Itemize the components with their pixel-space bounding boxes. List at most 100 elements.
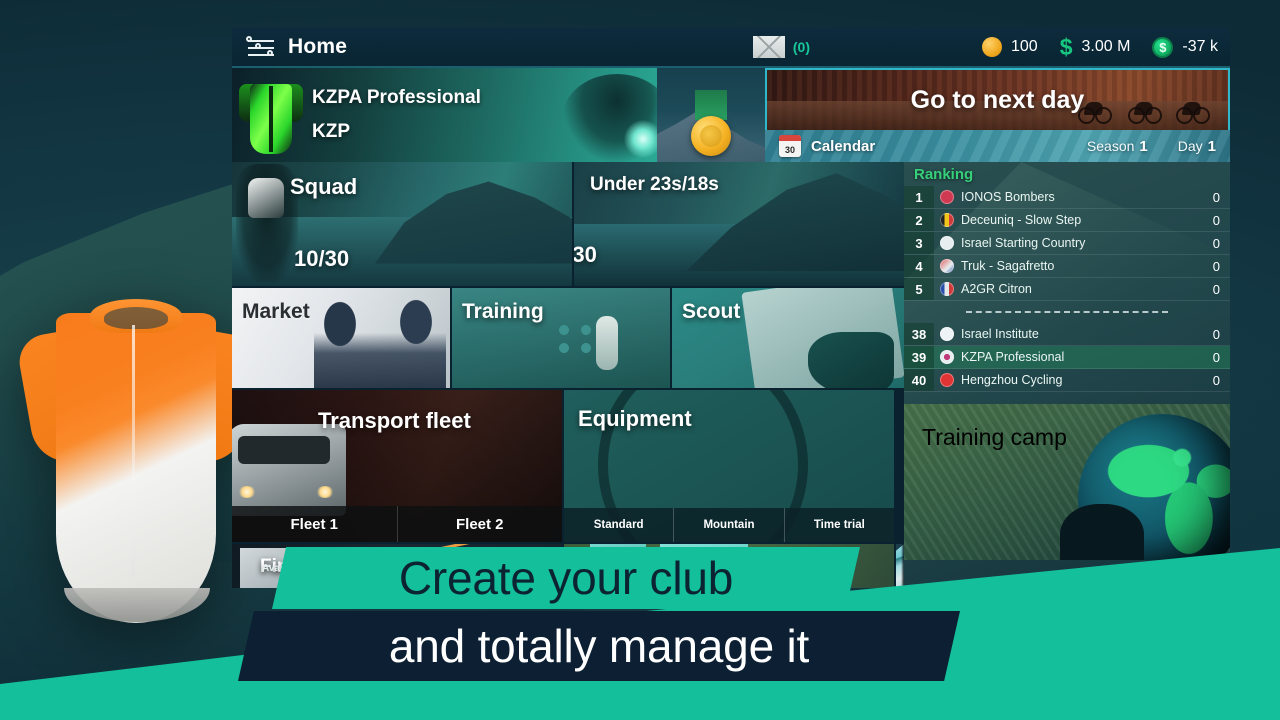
squad-card[interactable]: Squad 10/30 Cyclists 5/30 Cyclists [232,162,572,286]
table-row[interactable]: 5 A2GR Citron 0 [904,278,1230,301]
calendar-bar[interactable]: 30 Calendar Season 1 Day 1 [765,130,1230,162]
flag-icon [940,213,954,227]
market-title: Market [242,300,310,323]
training-card[interactable]: Training [452,288,670,388]
team-card[interactable]: KZPA Professional KZP [232,68,657,162]
rank-team-name: Hengzhou Cycling [961,373,1063,387]
go-to-next-day-button[interactable]: Go to next day [765,68,1230,130]
next-day-column: Go to next day 30 Calendar Season 1 Day 1 [765,68,1230,162]
table-row[interactable]: 1 IONOS Bombers 0 [904,186,1230,209]
medal-icon [689,90,733,156]
currency-gold[interactable]: 100 [982,37,1038,57]
flag-icon [940,259,954,273]
promo-jersey-artwork [15,285,260,630]
flag-icon [940,282,954,296]
mail-count: (0) [792,39,810,55]
squad-row: Squad 10/30 Cyclists 5/30 Cyclists Under… [232,162,904,286]
rank-points: 0 [1212,212,1220,228]
rank-points: 0 [1212,326,1220,342]
scout-title: Scout [682,300,741,323]
training-camp-silhouette [1060,504,1144,560]
team-banner-row: KZPA Professional KZP Go to next day 30 … [232,68,1230,162]
market-card[interactable]: Market [232,288,450,388]
rank-team-name: Truk - Sagafretto [961,259,1055,273]
squad-count-primary: 10/30 [294,246,350,271]
dollar-icon: $ [1059,33,1073,60]
rank-team-name: Israel Institute [961,327,1039,341]
training-title: Training [462,300,544,323]
currency-money[interactable]: $ 3.00 M [1059,33,1131,60]
rank-team-name: Deceuniq - Slow Step [961,213,1082,227]
scout-hand [808,332,894,388]
next-day-label: Go to next day [910,85,1085,114]
mail-icon[interactable] [752,36,785,58]
rank-position: 3 [904,232,934,254]
flag-icon [940,190,954,204]
table-row[interactable]: 4 Truk - Sagafretto 0 [904,255,1230,278]
money-value: 3.00 M [1081,38,1131,55]
day-label: Day [1177,137,1203,154]
squad-title: Squad [290,174,358,199]
table-row[interactable]: 38 Israel Institute 0 [904,323,1230,346]
under23-title: Under 23s/18s [590,174,719,195]
calendar-icon-day: 30 [784,145,795,155]
rank-position: 38 [904,323,934,345]
punching-bag [596,316,618,370]
table-row[interactable]: 2 Deceuniq - Slow Step 0 [904,209,1230,232]
equipment-card[interactable]: Equipment Standard Mountain Time trial [564,390,894,542]
flag-icon [940,373,954,387]
rank-points: 0 [1212,349,1220,365]
page-title: Home [288,35,348,58]
rank-position: 5 [904,278,934,300]
equipment-tab-mountain[interactable]: Mountain [674,508,785,542]
jersey-body [56,313,216,623]
promo-headline-1-text: Create your club [398,552,734,604]
rank-team-name: KZPA Professional [961,350,1065,364]
table-row[interactable]: 3 Israel Starting Country 0 [904,232,1230,255]
top-bar: Home (0) 100 $ 3.00 M $ -37 k [232,28,1230,68]
main-content: Squad 10/30 Cyclists 5/30 Cyclists Under… [232,162,1230,588]
rank-points: 0 [1212,281,1220,297]
under23-card[interactable]: Under 23s/18s 0/30 Cyclists [574,162,904,286]
transport-fleet-title: Transport fleet [318,408,471,433]
fleet-tab-1[interactable]: Fleet 1 [232,506,398,542]
season-label: Season [1086,137,1135,154]
ranking-title: Ranking [914,166,974,183]
scout-card[interactable]: Scout [672,288,904,388]
van-headlight-left [238,486,256,498]
training-camp-card[interactable]: Training camp [904,404,1230,560]
calendar-label: Calendar [811,137,876,155]
table-row-current-team[interactable]: 39 KZPA Professional 0 [904,346,1230,369]
team-jersey-icon [238,74,304,156]
rank-team-name: A2GR Citron [961,282,1032,296]
medal-card[interactable] [657,68,765,162]
rank-team-name: IONOS Bombers [961,190,1055,204]
equipment-tab-standard[interactable]: Standard [564,508,675,542]
table-row[interactable]: 40 Hengzhou Cycling 0 [904,369,1230,392]
equipment-tab-time-trial[interactable]: Time trial [784,508,894,542]
season-value: 1 [1139,137,1148,155]
balance-value: -37 k [1182,38,1218,55]
currency-balance[interactable]: $ -37 k [1152,36,1218,58]
day-value: 1 [1207,137,1216,155]
team-name: KZPA Professional [312,87,481,108]
fleet-tab-2[interactable]: Fleet 2 [397,506,562,542]
day-indicator: Day 1 [1178,138,1216,155]
rank-position: 4 [904,255,934,277]
gold-coin-icon [982,37,1002,57]
promo-headline-2: and totally manage it [238,611,960,681]
staff-card[interactable]: Staff [896,544,904,588]
jersey-hem [64,588,210,622]
transport-fleet-card[interactable]: Transport fleet Fleet 1 Fleet 2 [232,390,562,542]
equipment-tabs: Standard Mountain Time trial [564,508,894,542]
season-indicator: Season 1 [1087,138,1148,155]
fleet-van-photo [232,424,346,516]
game-ui-panel: Home (0) 100 $ 3.00 M $ -37 k KZPA Profe… [232,28,1230,588]
rank-team-name: Israel Starting Country [961,236,1086,250]
jersey-neck-opening [104,307,168,329]
van-headlight-right [316,486,334,498]
headlight-glow-1 [624,120,657,158]
tile-grid: Squad 10/30 Cyclists 5/30 Cyclists Under… [232,162,904,588]
sliders-menu-icon[interactable] [244,36,278,58]
rank-position: 39 [904,346,934,368]
